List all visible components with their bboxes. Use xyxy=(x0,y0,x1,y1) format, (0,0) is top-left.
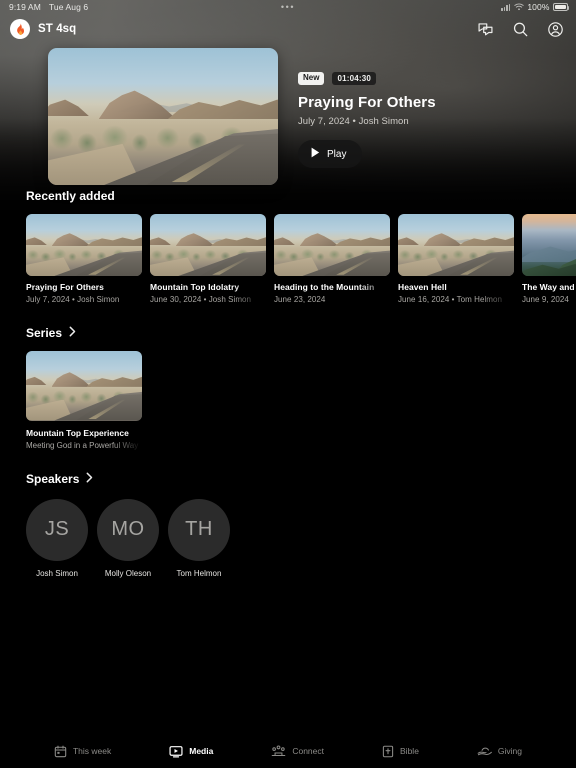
desert-road-photo xyxy=(274,214,390,276)
status-bar-right: 100% xyxy=(500,2,576,12)
speaker-item[interactable]: MO Molly Oleson xyxy=(97,498,159,578)
media-card[interactable]: Heading to the Mountain June 23, 2024 xyxy=(274,214,390,304)
recently-added-rail[interactable]: Praying For Others July 7, 2024 • Josh S… xyxy=(0,214,576,304)
duration-badge: 01:04:30 xyxy=(332,72,377,85)
hero-title: Praying For Others xyxy=(298,94,436,111)
media-card-title: Heading to the Mountain xyxy=(274,282,375,292)
tab-label: Bible xyxy=(400,746,419,756)
speaker-item[interactable]: JS Josh Simon xyxy=(26,498,88,578)
battery-icon xyxy=(553,3,570,11)
section-heading-recently-added: Recently added xyxy=(0,189,576,203)
tab-this-week[interactable]: This week xyxy=(54,745,111,758)
giving-hand-icon xyxy=(477,745,492,757)
tab-giving[interactable]: Giving xyxy=(477,745,522,757)
tab-label: Connect xyxy=(292,746,325,756)
media-card-meta: July 7, 2024 • Josh Simon xyxy=(26,294,120,304)
tab-label: This week xyxy=(72,746,112,756)
desert-road-photo xyxy=(150,214,266,276)
media-card[interactable]: Heaven Hell June 16, 2024 • Tom Helmon xyxy=(398,214,514,304)
chevron-right-icon xyxy=(86,472,93,486)
play-triangle-icon xyxy=(311,147,320,161)
app-brand-title: ST 4sq xyxy=(38,23,77,35)
speakers-label: Speakers xyxy=(26,471,80,486)
section-heading-speakers[interactable]: Speakers xyxy=(0,472,576,486)
app-header: ST 4sq xyxy=(0,14,576,44)
speaker-name: Josh Simon xyxy=(36,568,78,578)
series-rail[interactable]: Mountain Top Experience Meeting God in a… xyxy=(0,350,576,450)
desert-road-photo xyxy=(26,214,142,276)
media-card-title: Heaven Hell xyxy=(398,282,447,292)
mountain-vista-photo xyxy=(522,214,576,276)
calendar-icon xyxy=(54,745,67,758)
media-card-thumbnail xyxy=(150,214,266,276)
header-actions xyxy=(477,21,564,38)
new-badge: New xyxy=(298,72,325,85)
speaker-item[interactable]: TH Tom Helmon xyxy=(168,498,230,578)
play-button[interactable]: Play xyxy=(298,140,363,168)
tab-connect[interactable]: Connect xyxy=(271,745,324,758)
status-bar: 9:19 AM Tue Aug 6 ••• 100% xyxy=(0,0,576,14)
media-card-meta: June 23, 2024 xyxy=(274,294,326,304)
tab-label: Media xyxy=(189,746,214,756)
media-card-meta: June 30, 2024 • Josh Simon xyxy=(150,294,252,304)
media-card-thumbnail xyxy=(274,214,390,276)
series-label: Series xyxy=(26,325,63,340)
status-date: Tue Aug 6 xyxy=(48,2,89,12)
speakers-rail[interactable]: JS Josh Simon MO Molly Oleson TH Tom Hel… xyxy=(0,498,576,578)
avatar: MO xyxy=(97,498,159,561)
desert-road-photo xyxy=(48,48,278,185)
chevron-right-icon xyxy=(69,326,76,340)
desert-road-photo xyxy=(26,350,142,421)
avatar: TH xyxy=(168,498,230,561)
series-card-subtitle: Meeting God in a Powerful Way xyxy=(26,440,139,450)
bottom-tab-bar: This week Media Connect Bible Giving xyxy=(0,734,576,768)
media-card-title: The Way and The Truth xyxy=(522,282,576,292)
media-card-meta: June 16, 2024 • Tom Helmon xyxy=(398,294,503,304)
hero-details: New 01:04:30 Praying For Others July 7, … xyxy=(298,44,436,189)
section-heading-series[interactable]: Series xyxy=(0,326,576,340)
series-card-thumbnail xyxy=(26,350,142,421)
messages-icon[interactable] xyxy=(477,21,494,38)
hero-badges: New 01:04:30 xyxy=(298,72,436,85)
status-dots: ••• xyxy=(280,1,296,12)
flame-icon[interactable] xyxy=(10,19,30,39)
desert-road-photo xyxy=(398,214,514,276)
content-area: Recently added Praying For Others July 7… xyxy=(0,189,576,578)
tab-label: Giving xyxy=(497,746,523,756)
status-time: 9:19 AM xyxy=(9,2,41,12)
tab-media[interactable]: Media xyxy=(169,745,213,758)
media-card-title: Mountain Top Idolatry xyxy=(150,282,240,292)
media-card-thumbnail xyxy=(26,214,142,276)
media-card[interactable]: The Way and The Truth June 9, 2024 xyxy=(522,214,576,304)
media-card[interactable]: Praying For Others July 7, 2024 • Josh S… xyxy=(26,214,142,304)
media-card-meta: June 9, 2024 xyxy=(522,294,569,304)
bible-icon xyxy=(382,745,394,758)
recently-added-label: Recently added xyxy=(26,189,115,203)
avatar: JS xyxy=(26,498,88,561)
series-card-title: Mountain Top Experience xyxy=(26,427,129,438)
wifi-icon xyxy=(514,3,524,11)
media-card[interactable]: Mountain Top Idolatry June 30, 2024 • Jo… xyxy=(150,214,266,304)
battery-percent: 100% xyxy=(527,2,550,12)
speaker-name: Tom Helmon xyxy=(176,568,222,578)
media-card-thumbnail xyxy=(522,214,576,276)
media-card-title: Praying For Others xyxy=(26,282,104,292)
featured-hero: New 01:04:30 Praying For Others July 7, … xyxy=(0,44,576,189)
app-root: 9:19 AM Tue Aug 6 ••• 100% ST 4sq New 01… xyxy=(0,0,576,768)
tab-bible[interactable]: Bible xyxy=(382,745,419,758)
play-button-label: Play xyxy=(327,148,347,160)
account-icon[interactable] xyxy=(547,21,564,38)
hero-thumbnail[interactable] xyxy=(48,48,278,185)
search-icon[interactable] xyxy=(512,21,529,38)
media-card-thumbnail xyxy=(398,214,514,276)
hero-subtitle: July 7, 2024 • Josh Simon xyxy=(298,116,409,127)
series-card[interactable]: Mountain Top Experience Meeting God in a… xyxy=(26,350,142,450)
speaker-name: Molly Oleson xyxy=(104,568,152,578)
status-bar-left: 9:19 AM Tue Aug 6 xyxy=(0,2,88,12)
cellular-signal-icon xyxy=(500,3,511,11)
people-icon xyxy=(271,745,286,758)
media-screen-icon xyxy=(169,745,183,758)
